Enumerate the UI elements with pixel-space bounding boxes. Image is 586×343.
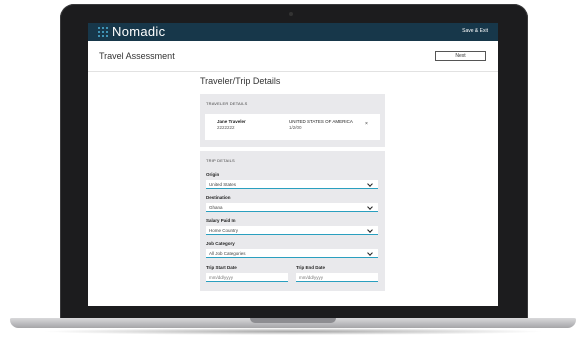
page-title: Travel Assessment — [99, 51, 175, 61]
traveler-id: 2222222 — [217, 125, 235, 130]
remove-traveler-close-icon[interactable]: × — [365, 121, 368, 127]
traveler-dob: 1/2/00 — [289, 125, 302, 130]
trip-details-heading: TRIP DETAILS — [206, 158, 235, 163]
traveler-entry: Jane Traveler 2222222 UNITED STATES OF A… — [205, 114, 380, 140]
trip-start-date-placeholder: mm/dd/yyyy — [209, 275, 234, 280]
destination-select[interactable]: Ghana — [206, 203, 378, 212]
destination-label: Destination — [206, 195, 231, 200]
job-category-select[interactable]: All Job Categories — [206, 249, 378, 258]
nomadic-logo-icon — [98, 27, 108, 37]
app-screen: Nomadic Save & Exit Travel Assessment Ne… — [88, 23, 498, 306]
chevron-down-icon — [367, 227, 373, 233]
job-category-value: All Job Categories — [209, 251, 246, 256]
traveler-name: Jane Traveler — [217, 119, 246, 124]
origin-select[interactable]: United States — [206, 180, 378, 189]
camera-dot — [289, 12, 293, 16]
trip-end-date-placeholder: mm/dd/yyyy — [299, 275, 324, 280]
page-header: Travel Assessment Next — [88, 41, 498, 72]
section-title: Traveler/Trip Details — [200, 76, 281, 86]
salary-paid-in-label: Salary Paid In — [206, 218, 236, 223]
destination-value: Ghana — [209, 205, 223, 210]
salary-paid-in-value: Home Country — [209, 228, 239, 233]
laptop-notch — [250, 318, 336, 323]
laptop-shadow — [40, 328, 546, 335]
brand-name: Nomadic — [112, 24, 166, 39]
chevron-down-icon — [367, 181, 373, 187]
job-category-label: Job Category — [206, 241, 235, 246]
salary-paid-in-select[interactable]: Home Country — [206, 226, 378, 235]
trip-end-date-label: Trip End Date — [296, 265, 326, 270]
trip-start-date-input[interactable]: mm/dd/yyyy — [206, 273, 288, 282]
chevron-down-icon — [367, 250, 373, 256]
save-and-exit-link[interactable]: Save & Exit — [462, 28, 488, 34]
trip-end-date-input[interactable]: mm/dd/yyyy — [296, 273, 378, 282]
trip-details-card: TRIP DETAILS Origin United States Destin… — [200, 151, 385, 291]
trip-start-date-label: Trip Start Date — [206, 265, 237, 270]
origin-value: United States — [209, 182, 237, 187]
top-navigation-bar: Nomadic Save & Exit — [88, 23, 498, 41]
next-button[interactable]: Next — [435, 51, 486, 61]
traveler-country: UNITED STATES OF AMERICA — [289, 119, 353, 124]
traveler-details-heading: TRAVELER DETAILS — [206, 101, 248, 106]
traveler-details-card: TRAVELER DETAILS Jane Traveler 2222222 U… — [200, 94, 385, 147]
chevron-down-icon — [367, 204, 373, 210]
origin-label: Origin — [206, 172, 220, 177]
